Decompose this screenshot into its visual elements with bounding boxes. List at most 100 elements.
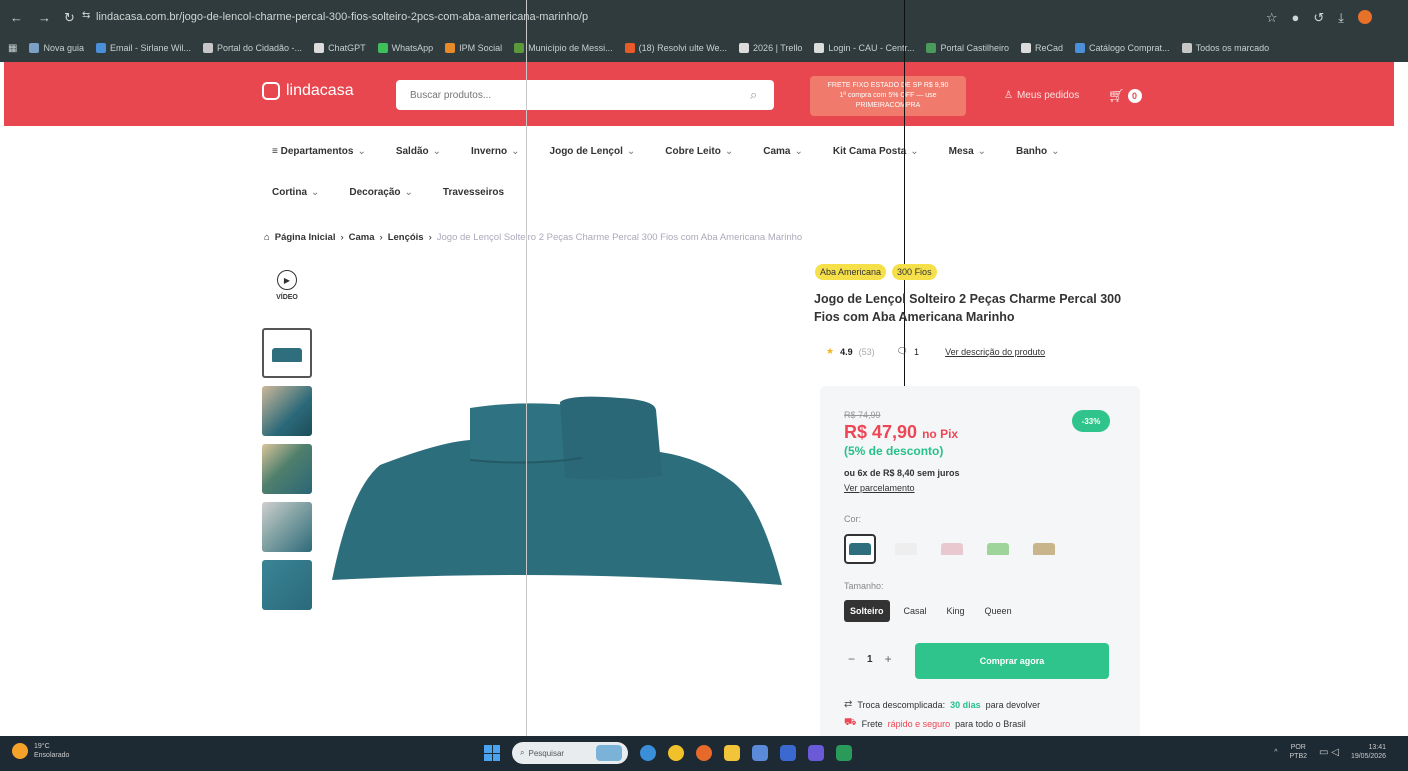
taskbar-search[interactable]: ⌕ Pesquisar	[512, 742, 628, 764]
bookmark-favicon-icon	[314, 43, 325, 53]
buy-now-button[interactable]: Comprar agora	[915, 643, 1109, 679]
category-item[interactable]: Kit Cama Posta ⌄	[833, 146, 919, 157]
product-badge: 300 Fios	[892, 264, 937, 280]
clock[interactable]: 13:41 19/05/2026	[1351, 743, 1386, 761]
excel-icon[interactable]	[836, 745, 852, 761]
thumbnail-1[interactable]	[262, 328, 312, 378]
color-swatch[interactable]	[936, 534, 968, 564]
thumbnail-3[interactable]	[262, 444, 312, 494]
sync-icon[interactable]: ↺	[1313, 10, 1324, 26]
category-item[interactable]: Cobre Leito ⌄	[665, 146, 733, 157]
language-indicator[interactable]: POR PTB2	[1290, 743, 1308, 761]
teams-icon[interactable]	[808, 745, 824, 761]
category-item[interactable]: Inverno ⌄	[471, 146, 520, 157]
bookmark-item[interactable]: Nova guia	[29, 43, 84, 53]
breadcrumb-lencois[interactable]: Lençóis	[388, 232, 424, 243]
rating-count[interactable]: (53)	[859, 347, 875, 357]
bookmark-item[interactable]: Município de Messi...	[514, 43, 613, 53]
thumbnail-5[interactable]	[262, 560, 312, 610]
menu-icon: ≡	[272, 146, 281, 157]
category-item[interactable]: Saldão ⌄	[396, 146, 441, 157]
house-logo-icon	[262, 82, 280, 100]
bookmark-item[interactable]: Portal Castilheiro	[926, 43, 1009, 53]
cart-button[interactable]: 🛒︎ 0	[1108, 88, 1142, 104]
bookmark-item[interactable]: IPM Social	[445, 43, 502, 53]
product-search-input[interactable]	[396, 80, 774, 110]
forward-icon[interactable]: →	[38, 10, 51, 25]
category-item[interactable]: Cama ⌄	[763, 146, 803, 157]
apps-grid-icon[interactable]: ▦	[8, 43, 17, 54]
bookmark-item[interactable]: Todos os marcado	[1181, 43, 1269, 53]
promo-banner[interactable]: FRETE FIXO ESTADO DE SP R$ 9,90 1ª compr…	[810, 76, 966, 116]
breadcrumb-cama[interactable]: Cama	[349, 232, 375, 243]
chrome-icon[interactable]	[668, 745, 684, 761]
breadcrumb-current: Jogo de Lençol Solteiro 2 Peças Charme P…	[436, 232, 803, 243]
url-bar[interactable]: lindacasa.com.br/jogo-de-lencol-charme-p…	[96, 11, 588, 23]
promo-line-2: 1ª compra com 5% OFF — use	[839, 92, 937, 99]
breadcrumb-home[interactable]: Página Inicial	[275, 232, 336, 243]
network-volume-icon[interactable]: ▭ ◁	[1319, 747, 1339, 757]
color-swatch[interactable]	[844, 534, 876, 564]
color-swatch[interactable]	[1028, 534, 1060, 564]
bookmark-favicon-icon	[445, 43, 456, 53]
see-description-link[interactable]: Ver descrição do produto	[945, 347, 1045, 357]
firefox-icon[interactable]	[696, 745, 712, 761]
extension-icon[interactable]: ●	[1291, 10, 1299, 26]
bookmark-item[interactable]: Login - CAU - Centr...	[814, 43, 914, 53]
bookmark-label: Email - Sirlane Wil...	[109, 43, 191, 53]
color-swatch[interactable]	[982, 534, 1014, 564]
my-orders-link[interactable]: ♙ Meus pedidos	[1004, 90, 1079, 101]
size-option[interactable]: Queen	[979, 600, 1018, 622]
bookmark-item[interactable]: Portal do Cidadão -...	[203, 43, 302, 53]
bookmark-item[interactable]: Email - Sirlane Wil...	[95, 43, 191, 53]
installments-link[interactable]: Ver parcelamento	[844, 483, 915, 493]
windows-start-icon[interactable]	[484, 745, 500, 761]
increase-quantity-button[interactable]: +	[885, 652, 892, 666]
product-title: Jogo de Lençol Solteiro 2 Peças Charme P…	[814, 292, 1122, 324]
weather-widget[interactable]: 19°C Ensolarado	[12, 742, 69, 760]
bookmark-favicon-icon	[926, 43, 937, 53]
size-option[interactable]: Solteiro	[844, 600, 890, 622]
taskbar-search-label: Pesquisar	[528, 748, 565, 758]
store-icon[interactable]	[752, 745, 768, 761]
bookmark-item[interactable]: ReCad	[1021, 43, 1063, 53]
size-option[interactable]: Casal	[898, 600, 933, 622]
bookmark-label: Portal do Cidadão -...	[217, 43, 303, 53]
category-item[interactable]: Mesa ⌄	[949, 146, 986, 157]
bookmark-label: Portal Castilheiro	[940, 43, 1009, 53]
category-item[interactable]: Jogo de Lençol ⌄	[550, 146, 636, 157]
bookmark-item[interactable]: 2026 | Trello	[739, 43, 802, 53]
download-icon[interactable]: ⤓	[1338, 10, 1344, 26]
tray-chevron-icon[interactable]: ^	[1274, 748, 1277, 757]
quantity-value[interactable]: 1	[867, 654, 873, 665]
bookmark-item[interactable]: (18) Resolvi ulte We...	[624, 43, 727, 53]
chevron-down-icon: ⌄	[404, 187, 413, 198]
home-icon[interactable]: ⌂	[264, 232, 270, 243]
bookmark-star-icon[interactable]: ☆	[1266, 10, 1278, 26]
category-item[interactable]: Banho ⌄	[1016, 146, 1060, 157]
store-logo[interactable]: lindacasa	[262, 82, 354, 100]
profile-avatar[interactable]	[1358, 10, 1372, 24]
category-item[interactable]: Travesseiros	[443, 187, 504, 198]
back-icon[interactable]: ←	[10, 10, 23, 25]
thumbnail-4[interactable]	[262, 502, 312, 552]
reload-icon[interactable]: ↻	[64, 10, 75, 26]
word-icon[interactable]	[780, 745, 796, 761]
category-item[interactable]: Decoração ⌄	[349, 187, 413, 198]
bookmark-item[interactable]: WhatsApp	[377, 43, 433, 53]
category-item[interactable]: Cortina ⌄	[272, 187, 319, 198]
bookmark-item[interactable]: ChatGPT	[314, 43, 366, 53]
color-swatch[interactable]	[890, 534, 922, 564]
search-icon[interactable]: ⌕	[750, 87, 757, 103]
size-option[interactable]: King	[941, 600, 971, 622]
file-explorer-icon[interactable]	[724, 745, 740, 761]
color-swatches	[844, 534, 1060, 564]
edge-icon[interactable]	[640, 745, 656, 761]
video-button[interactable]: ▶ VÍDEO	[272, 270, 302, 301]
bookmark-item[interactable]: Catálogo Comprat...	[1075, 43, 1170, 53]
question-count[interactable]: 1	[914, 347, 919, 357]
site-info-icon[interactable]: ⇆	[82, 10, 90, 21]
decrease-quantity-button[interactable]: −	[848, 652, 855, 666]
thumbnail-2[interactable]	[262, 386, 312, 436]
category-item[interactable]: ≡ Departamentos ⌄	[272, 146, 366, 157]
